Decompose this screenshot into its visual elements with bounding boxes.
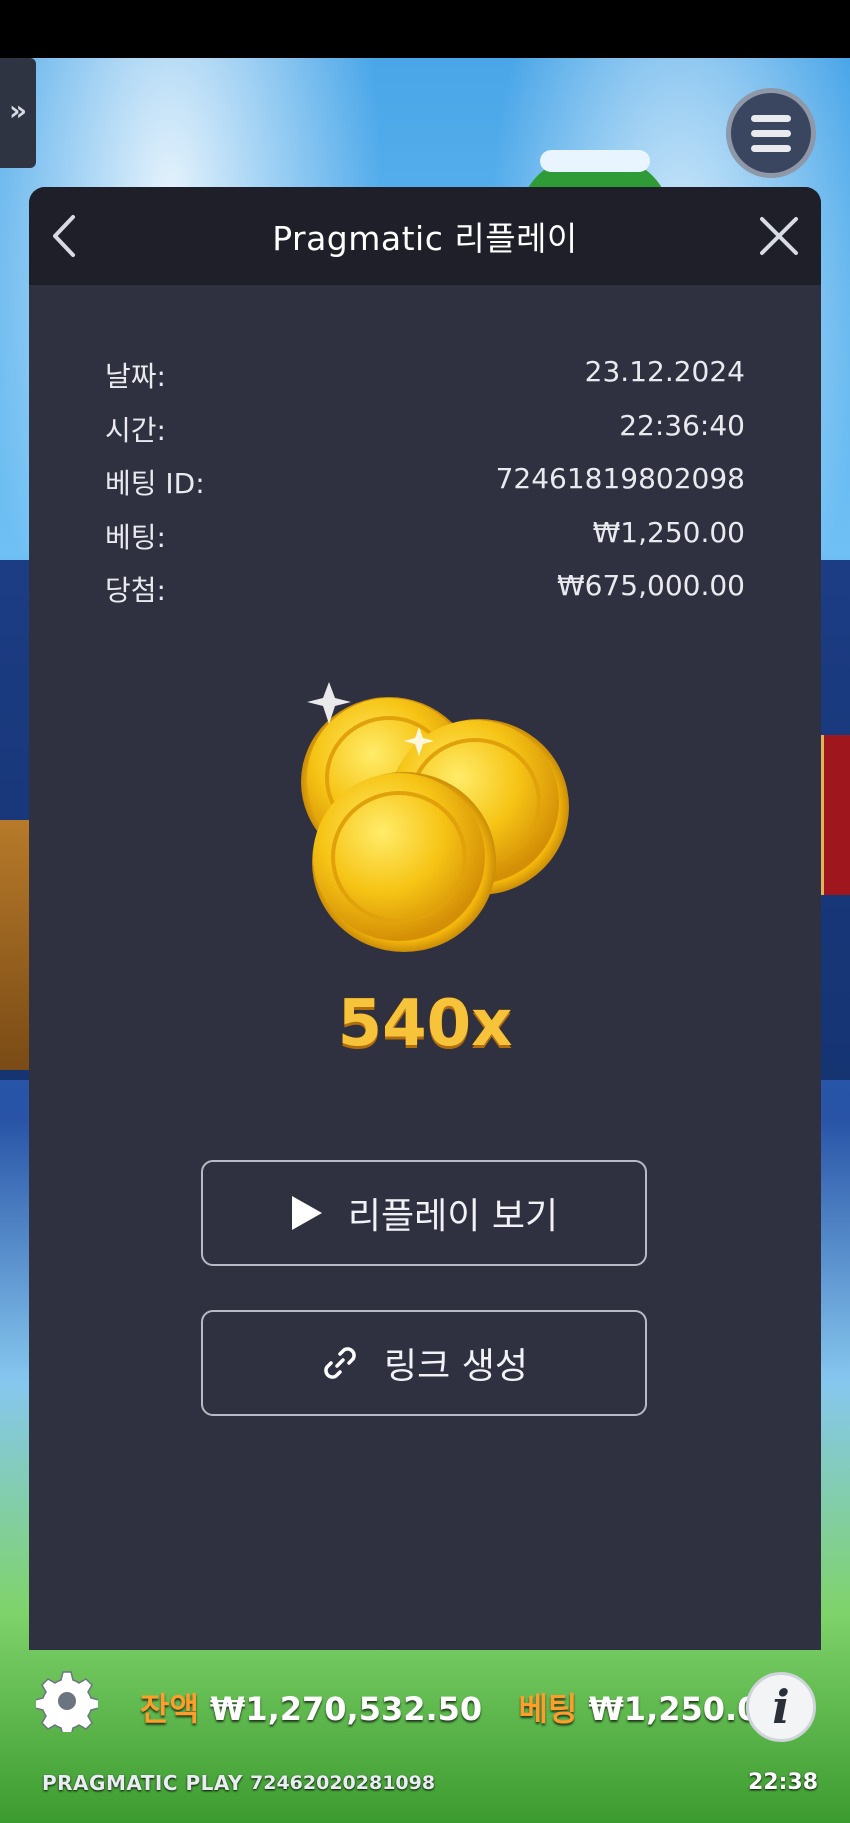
balance-bet-display: 잔액 ₩1,270,532.50 베팅 ₩1,250.00 <box>140 1684 782 1730</box>
brand-logo-text: PRAGMATIC PLAY <box>42 1771 243 1795</box>
info-icon: i <box>772 1680 790 1734</box>
create-link-button[interactable]: 링크 생성 <box>201 1310 647 1416</box>
detail-label: 당첨: <box>105 574 166 607</box>
gear-icon[interactable] <box>36 1670 98 1732</box>
detail-value: 72461819802098 <box>495 462 745 495</box>
bet-details: 날짜: 23.12.2024 시간: 22:36:40 베팅 ID: 72461… <box>105 355 745 623</box>
detail-value: ₩675,000.00 <box>556 569 745 602</box>
game-bottom-bar <box>0 1650 850 1823</box>
chevron-left-icon[interactable] <box>41 209 91 263</box>
replay-modal: Pragmatic 리플레이 날짜: 23.12.2024 시간: 22:36:… <box>29 187 821 1650</box>
watch-replay-label: 리플레이 보기 <box>347 1196 559 1237</box>
close-icon[interactable] <box>754 211 804 261</box>
play-icon <box>291 1196 322 1230</box>
modal-title: Pragmatic 리플레이 <box>272 219 578 258</box>
double-chevron-right-icon: » <box>8 94 28 127</box>
create-link-label: 링크 생성 <box>384 1346 528 1387</box>
detail-row-date: 날짜: 23.12.2024 <box>105 355 745 409</box>
detail-row-bet: 베팅: ₩1,250.00 <box>105 516 745 570</box>
detail-row-time: 시간: 22:36:40 <box>105 409 745 463</box>
session-id: 72462020281098 <box>250 1772 436 1794</box>
detail-value: 22:36:40 <box>619 408 745 442</box>
detail-value: ₩1,250.00 <box>592 515 745 549</box>
hamburger-icon-line <box>751 129 791 137</box>
info-button[interactable]: i <box>746 1672 816 1742</box>
hamburger-icon-line <box>751 144 791 152</box>
watch-replay-button[interactable]: 리플레이 보기 <box>201 1160 647 1266</box>
balance-label: 잔액 <box>140 1690 199 1728</box>
detail-label: 베팅 ID: <box>105 467 205 500</box>
detail-label: 베팅: <box>105 520 166 554</box>
win-multiplier: 540x <box>337 987 513 1061</box>
detail-row-bet-id: 베팅 ID: 72461819802098 <box>105 462 745 516</box>
detail-label: 시간: <box>105 413 166 447</box>
game-menu-button[interactable] <box>726 88 816 178</box>
detail-row-win: 당첨: ₩675,000.00 <box>105 569 745 623</box>
reel-symbol-right <box>821 735 850 895</box>
clock: 22:38 <box>748 1770 819 1795</box>
bet-label: 베팅 <box>518 1690 578 1728</box>
balance-value: ₩1,270,532.50 <box>210 1690 483 1728</box>
detail-value: 23.12.2024 <box>584 355 745 388</box>
side-panel-expand-button[interactable]: » <box>0 58 36 168</box>
link-icon <box>324 1347 356 1379</box>
modal-header: Pragmatic 리플레이 <box>29 187 821 285</box>
gold-coins-icon <box>301 682 569 952</box>
detail-label: 날짜: <box>105 360 166 393</box>
hamburger-icon-line <box>751 114 791 122</box>
